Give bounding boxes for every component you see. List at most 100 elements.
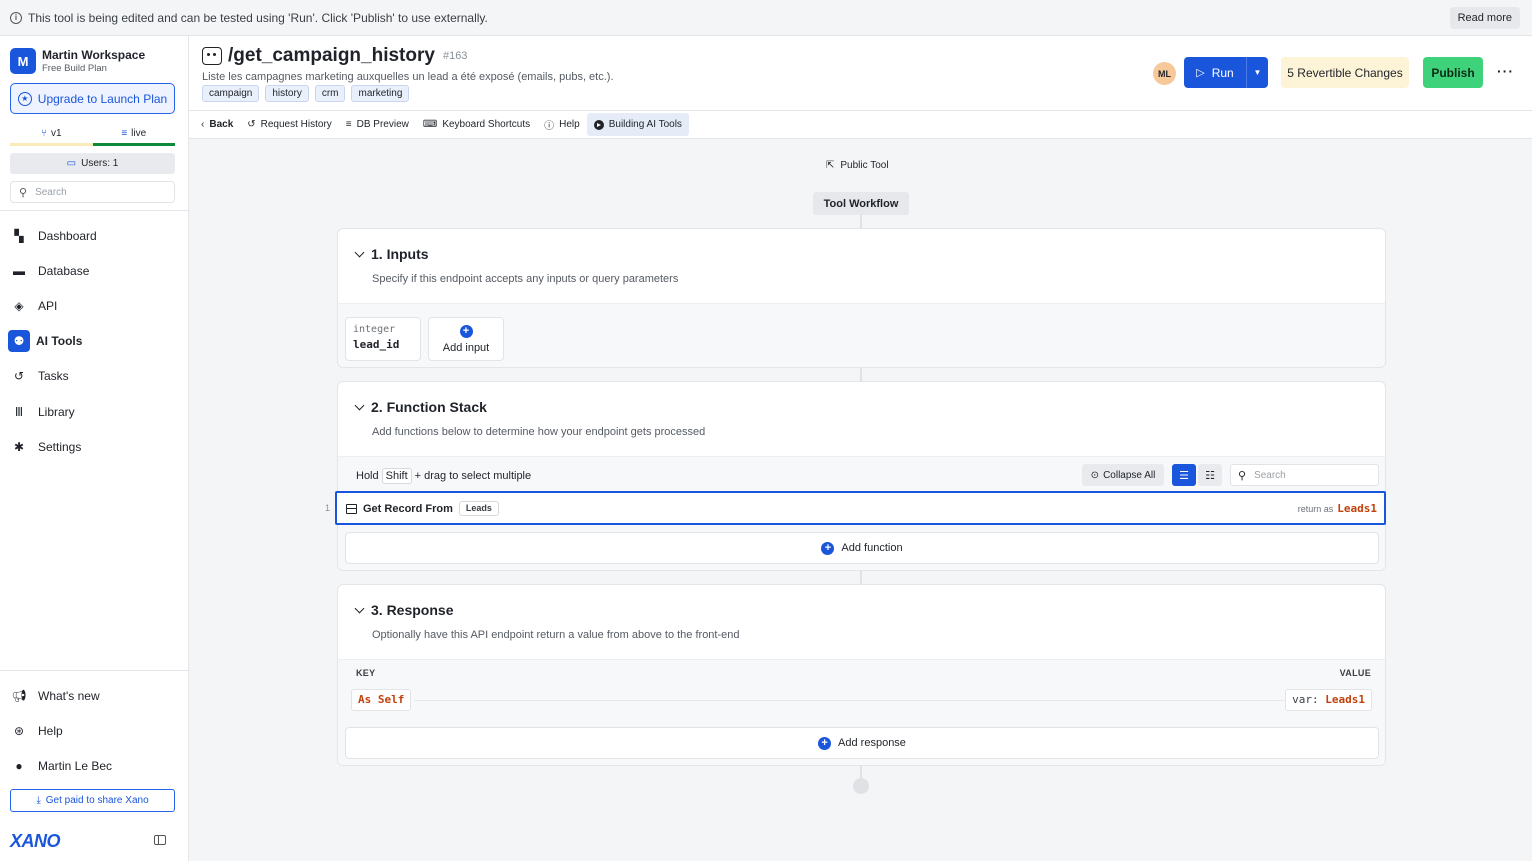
sidebar-item-api[interactable]: ◈ API (10, 293, 180, 319)
help-button[interactable]: ⓘ Help (537, 113, 587, 136)
sidebar-item-help[interactable]: ⊛ Help (10, 718, 180, 744)
function-search-input[interactable]: ⚲ Search (1230, 464, 1379, 486)
sidebar-item-whats-new[interactable]: 📢︎ What's new (10, 683, 180, 709)
list-detail-icon: ☷ (1205, 469, 1215, 482)
info-icon: i (10, 11, 22, 24)
more-options-icon[interactable]: ··· (1497, 63, 1514, 79)
chevron-down-icon[interactable]: ▼ (1246, 57, 1268, 88)
xano-logo: XANO (10, 831, 61, 851)
tool-toolbar: ‹ Back ↺ Request History ≡ DB Preview ⌨ … (189, 110, 1532, 139)
shift-key: Shift (381, 468, 412, 484)
keyboard-shortcuts-button[interactable]: ⌨ Keyboard Shortcuts (416, 113, 537, 136)
sidebar-item-library[interactable]: Ⅲ Library (10, 399, 180, 425)
tag[interactable]: crm (314, 85, 346, 102)
read-more-button[interactable]: Read more (1449, 7, 1520, 29)
response-header[interactable]: 3. Response (354, 602, 453, 618)
add-response-button[interactable]: + Add response (345, 727, 1379, 759)
response-value[interactable]: var: Leads1 (1285, 689, 1372, 711)
upgrade-button[interactable]: ★ Upgrade to Launch Plan (10, 83, 175, 114)
revertible-changes-button[interactable]: 5 Revertible Changes (1281, 57, 1409, 88)
sidebar-item-ai-tools[interactable]: ⚉ AI Tools (8, 328, 180, 354)
collapse-all-button[interactable]: ⊙ Collapse All (1082, 464, 1164, 486)
section-title: 2. Function Stack (371, 399, 487, 415)
sidebar-item-tasks[interactable]: ↺ Tasks (10, 363, 180, 389)
response-key[interactable]: As Self (351, 689, 412, 711)
tool-header: /get_campaign_history #163 Liste les cam… (189, 36, 1532, 110)
keyboard-icon: ⌨ (422, 119, 438, 130)
list-view-button[interactable]: ☰ (1172, 464, 1196, 486)
collapse-sidebar-icon[interactable] (154, 835, 166, 845)
public-tool-text: Public Tool (840, 160, 889, 171)
users-button[interactable]: ▭ Users: 1 (10, 153, 175, 174)
env-label: live (131, 128, 147, 139)
public-tool-label[interactable]: ⇱ Public Tool (826, 160, 889, 171)
sidebar-item-label: Dashboard (38, 229, 97, 243)
toolbar-label: Keyboard Shortcuts (442, 119, 531, 130)
download-icon: ⤓ (36, 795, 41, 806)
function-index: 1 (325, 503, 331, 513)
avatar[interactable]: ML (1153, 62, 1176, 85)
sidebar-divider (0, 210, 188, 211)
section-subtitle: Optionally have this API endpoint return… (372, 629, 740, 641)
sidebar: M Martin Workspace Free Build Plan ★ Upg… (0, 36, 189, 861)
hint-text: Hold (356, 470, 379, 482)
back-button[interactable]: ‹ Back (201, 113, 240, 136)
collapse-all-label: Collapse All (1103, 469, 1156, 481)
chat-icon: ▭ (66, 158, 77, 169)
return-variable[interactable]: Leads1 (1337, 502, 1377, 515)
building-ai-tools-button[interactable]: Building AI Tools (586, 113, 689, 136)
environment-tabs: ⑂ v1 ≡ live (10, 124, 175, 146)
run-button[interactable]: ▷ Run ▼ (1184, 57, 1268, 88)
tag[interactable]: marketing (351, 85, 410, 102)
tag[interactable]: history (265, 85, 309, 102)
sidebar-item-dashboard[interactable]: ▚ Dashboard (10, 223, 180, 249)
sidebar-item-label: Database (38, 264, 90, 278)
add-function-button[interactable]: + Add function (345, 532, 1379, 564)
sidebar-item-profile[interactable]: ● Martin Le Bec (10, 753, 180, 779)
workspace-switcher[interactable]: M Martin Workspace Free Build Plan (10, 48, 145, 74)
robot-icon (202, 47, 222, 65)
function-row[interactable]: Get Record From Leads return as Leads1 (335, 491, 1386, 525)
sidebar-item-settings[interactable]: ✱ Settings (10, 434, 180, 460)
toolbar-label: Building AI Tools (608, 119, 682, 130)
users-label: Users: 1 (81, 158, 119, 169)
section-subtitle: Specify if this endpoint accepts any inp… (372, 273, 679, 285)
share-xano-button[interactable]: ⤓ Get paid to share Xano (10, 789, 175, 812)
branch-tab[interactable]: ⑂ v1 (10, 124, 93, 146)
banner-text: This tool is being edited and can be tes… (28, 10, 488, 25)
input-name: lead_id (353, 338, 400, 351)
db-preview-button[interactable]: ≡ DB Preview (339, 113, 416, 136)
sidebar-item-label: Library (38, 405, 75, 419)
page-title[interactable]: /get_campaign_history (228, 45, 435, 67)
search-icon: ⚲ (19, 186, 28, 199)
detail-view-button[interactable]: ☷ (1198, 464, 1222, 486)
tag-list: campaign history crm marketing (202, 85, 410, 102)
megaphone-icon: 📢︎ (11, 689, 27, 703)
return-label: return as (1297, 503, 1334, 514)
tag[interactable]: campaign (202, 85, 260, 102)
chevron-left-icon: ‹ (201, 119, 205, 130)
inputs-header[interactable]: 1. Inputs (354, 246, 429, 262)
star-icon: ★ (17, 91, 32, 106)
function-stack-header[interactable]: 2. Function Stack (354, 399, 487, 415)
play-icon: ▷ (1196, 67, 1205, 79)
live-tab[interactable]: ≡ live (92, 124, 175, 146)
share-icon: ⇱ (826, 160, 835, 171)
info-icon: ⓘ (544, 121, 555, 132)
multi-select-hint: Hold Shift + drag to select multiple (356, 468, 531, 484)
add-input-button[interactable]: + Add input (428, 317, 504, 361)
sidebar-item-label: Settings (38, 440, 82, 454)
input-item[interactable]: integer lead_id (345, 317, 421, 361)
share-label: Get paid to share Xano (45, 795, 149, 806)
tool-description[interactable]: Liste les campagnes marketing auxquelles… (202, 71, 614, 83)
edit-banner: i This tool is being edited and can be t… (0, 0, 1532, 36)
response-section: 3. Response Optionally have this API end… (337, 584, 1386, 766)
request-history-button[interactable]: ↺ Request History (240, 113, 339, 136)
sidebar-item-database[interactable]: ▬ Database (10, 258, 180, 284)
sidebar-divider (0, 670, 188, 671)
publish-button[interactable]: Publish (1423, 57, 1483, 88)
table-badge[interactable]: Leads (458, 501, 499, 516)
play-circle-icon (593, 119, 604, 130)
ai-tools-icon: ⚉ (8, 330, 30, 352)
sidebar-search[interactable]: ⚲ Search (10, 181, 175, 203)
